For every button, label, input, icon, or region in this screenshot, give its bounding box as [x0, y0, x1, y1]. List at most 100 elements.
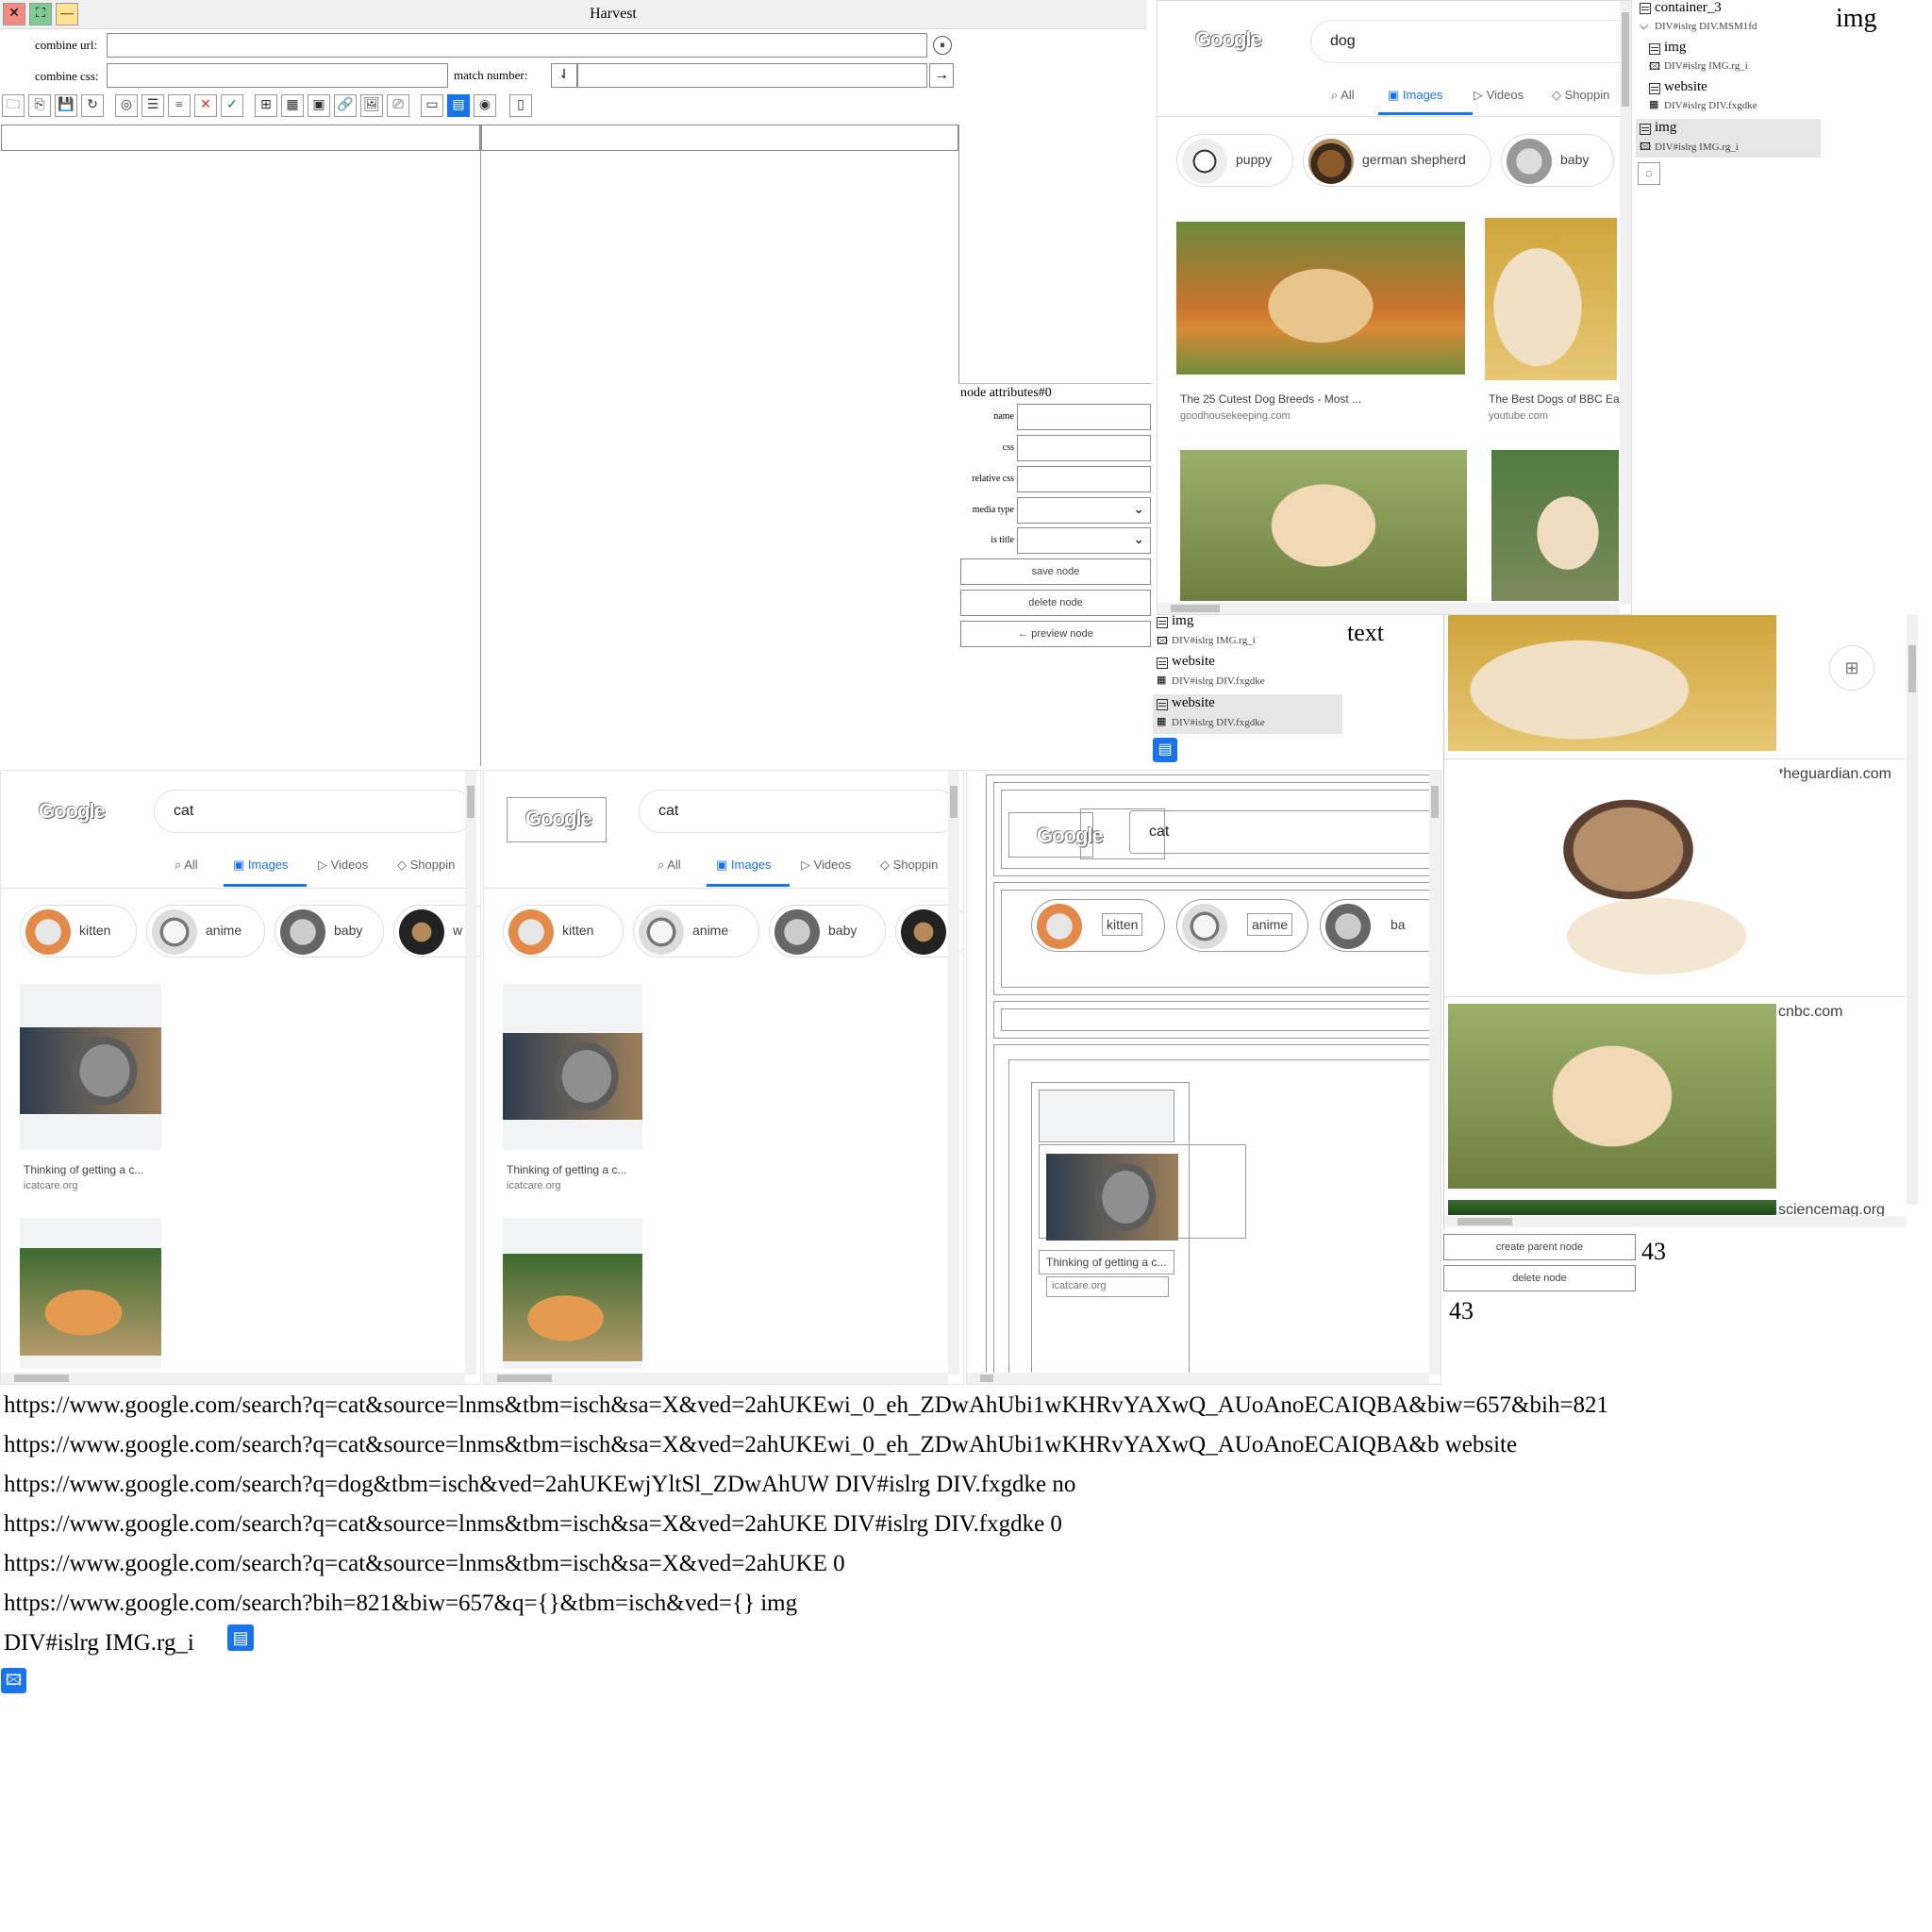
preview-node-button[interactable]: ← preview node — [960, 621, 1151, 647]
list-alt-icon[interactable]: ≡ — [168, 94, 191, 117]
match-number-input[interactable] — [577, 63, 927, 88]
left-column-input[interactable] — [1, 125, 480, 151]
tab-videos[interactable]: ▷ Videos — [318, 858, 368, 873]
chip-anime[interactable]: anime — [146, 905, 265, 958]
grid-icon[interactable]: ⊞ — [1829, 645, 1874, 691]
form-icon[interactable]: ▣ — [308, 94, 330, 117]
tab-videos[interactable]: ▷ Videos — [801, 858, 851, 873]
pause-icon[interactable]: ⏸ — [933, 36, 952, 55]
result-image[interactable] — [1046, 1154, 1178, 1241]
preview-image[interactable] — [1448, 615, 1776, 751]
search-input[interactable]: dog — [1310, 20, 1631, 63]
is-title-select[interactable]: ⌄ — [1017, 527, 1151, 554]
eye-icon[interactable]: ◉ — [474, 94, 496, 117]
result-image[interactable] — [503, 1033, 642, 1120]
preview-image[interactable] — [1448, 1200, 1776, 1215]
tree-icon[interactable]: ⊞ — [255, 94, 277, 117]
mobile-icon[interactable]: ▯ — [509, 94, 532, 117]
scrollbar-vertical[interactable] — [1620, 1, 1631, 605]
tab-images[interactable]: ▣ Images — [716, 858, 772, 873]
result-caption[interactable]: The 25 Cutest Dog Breeds - Most ... — [1180, 392, 1361, 406]
result-caption[interactable]: Thinking of getting a c... — [507, 1163, 626, 1176]
eye-off-icon[interactable]: ◌ — [1638, 162, 1660, 185]
tab-all[interactable]: ⌕ All — [658, 858, 681, 873]
new-file-icon[interactable]: ⎘ — [28, 94, 51, 117]
search-input[interactable]: cat — [154, 790, 475, 833]
refresh-icon[interactable]: ↻ — [81, 94, 104, 117]
tree-node-name[interactable]: img — [1664, 40, 1686, 56]
chip-kitten[interactable]: kitten — [20, 905, 137, 958]
search-input[interactable]: cat — [639, 790, 959, 833]
list-icon[interactable]: ☰ — [142, 94, 164, 117]
search-input[interactable]: cat — [1129, 810, 1441, 854]
tree-node-name[interactable]: img — [1172, 613, 1193, 629]
result-image[interactable] — [1485, 218, 1617, 380]
chip-baby[interactable]: ba — [1320, 899, 1441, 952]
tree-node-name[interactable]: website — [1172, 695, 1215, 711]
result-caption[interactable]: The Best Dogs of BBC Ea — [1489, 392, 1620, 406]
css-input[interactable] — [1017, 435, 1151, 461]
tree-node-name[interactable]: container_3 — [1655, 0, 1722, 16]
link-icon[interactable]: 🔗 — [334, 94, 357, 117]
tab-all[interactable]: ⌕ All — [1331, 88, 1355, 103]
match-number-stepper[interactable]: ⇃ — [551, 63, 577, 88]
open-folder-icon[interactable]: 🗀 — [2, 94, 25, 117]
image-icon[interactable]: 🖾 — [1, 1668, 26, 1693]
tree-node-name[interactable]: img — [1655, 120, 1676, 136]
create-parent-node-button[interactable]: create parent node — [1443, 1234, 1636, 1260]
result-image[interactable] — [20, 1027, 161, 1114]
tab-images[interactable]: ▣ Images — [233, 858, 289, 873]
tab-images[interactable]: ▣ Images — [1388, 88, 1443, 103]
tab-shopping[interactable]: ◇ Shoppin — [397, 858, 455, 873]
chip-anime[interactable]: anime — [633, 905, 759, 958]
scrollbar-vertical[interactable] — [1429, 771, 1441, 1374]
media-type-select[interactable]: ⌄ — [1017, 497, 1151, 524]
tab-all[interactable]: ⌕ All — [175, 858, 198, 873]
window-icon[interactable]: ▭ — [421, 94, 443, 117]
scrollbar-horizontal[interactable] — [484, 1373, 948, 1384]
tab-videos[interactable]: ▷ Videos — [1474, 88, 1524, 103]
target-icon[interactable]: ◎ — [115, 94, 138, 117]
chip-german-shepherd[interactable]: german shepherd — [1303, 134, 1491, 187]
scrollbar-horizontal[interactable] — [1, 1373, 465, 1384]
arrow-right-icon[interactable]: → — [929, 63, 954, 88]
media-icon[interactable]: ⎚ — [387, 94, 409, 117]
table-icon[interactable]: ▦ — [281, 94, 304, 117]
close-red-icon[interactable]: ✕ — [194, 94, 217, 117]
image-icon[interactable]: 🖼 — [360, 94, 383, 117]
result-caption[interactable]: Thinking of getting a c... — [1046, 1256, 1166, 1269]
scrollbar-vertical[interactable] — [1907, 615, 1918, 1205]
result-image[interactable] — [20, 1248, 161, 1356]
delete-node-button[interactable]: delete node — [1443, 1265, 1636, 1291]
scrollbar-vertical[interactable] — [465, 771, 476, 1374]
scrollbar-horizontal[interactable] — [1444, 1216, 1907, 1227]
tree-node-name[interactable]: website — [1664, 79, 1707, 95]
name-input[interactable] — [1017, 404, 1151, 430]
chip-anime[interactable]: anime — [1176, 899, 1308, 952]
layout-icon[interactable]: ▤ — [1153, 738, 1177, 762]
result-caption[interactable]: Thinking of getting a c... — [24, 1163, 143, 1176]
document-icon[interactable]: ▤ — [227, 1624, 254, 1651]
preview-image[interactable] — [1448, 1004, 1776, 1189]
result-image[interactable] — [1180, 450, 1467, 601]
tree-node-name[interactable]: website — [1172, 654, 1215, 670]
chip-kitten[interactable]: kitten — [1031, 899, 1165, 952]
combine-url-input[interactable] — [107, 33, 927, 58]
right-column-input[interactable] — [481, 125, 958, 151]
chip-kitten[interactable]: kitten — [503, 905, 624, 958]
tab-shopping[interactable]: ◇ Shoppin — [880, 858, 938, 873]
save-icon[interactable]: 💾 — [55, 94, 77, 117]
layout-icon[interactable]: ▤ — [447, 94, 470, 117]
chip-baby[interactable]: baby — [275, 905, 384, 958]
chip-baby[interactable]: baby — [1501, 134, 1614, 187]
chip-baby[interactable]: baby — [769, 905, 886, 958]
chip-puppy[interactable]: puppy — [1176, 134, 1293, 187]
scrollbar-horizontal[interactable] — [967, 1373, 1429, 1384]
preview-image[interactable] — [1501, 774, 1784, 991]
save-node-button[interactable]: save node — [960, 558, 1151, 585]
result-image[interactable] — [1491, 450, 1619, 601]
chevron-down-icon[interactable]: ⌵ — [1640, 19, 1648, 33]
delete-node-button[interactable]: delete node — [960, 590, 1151, 616]
result-image[interactable] — [1176, 222, 1465, 375]
tab-shopping[interactable]: ◇ Shoppin — [1552, 88, 1609, 103]
